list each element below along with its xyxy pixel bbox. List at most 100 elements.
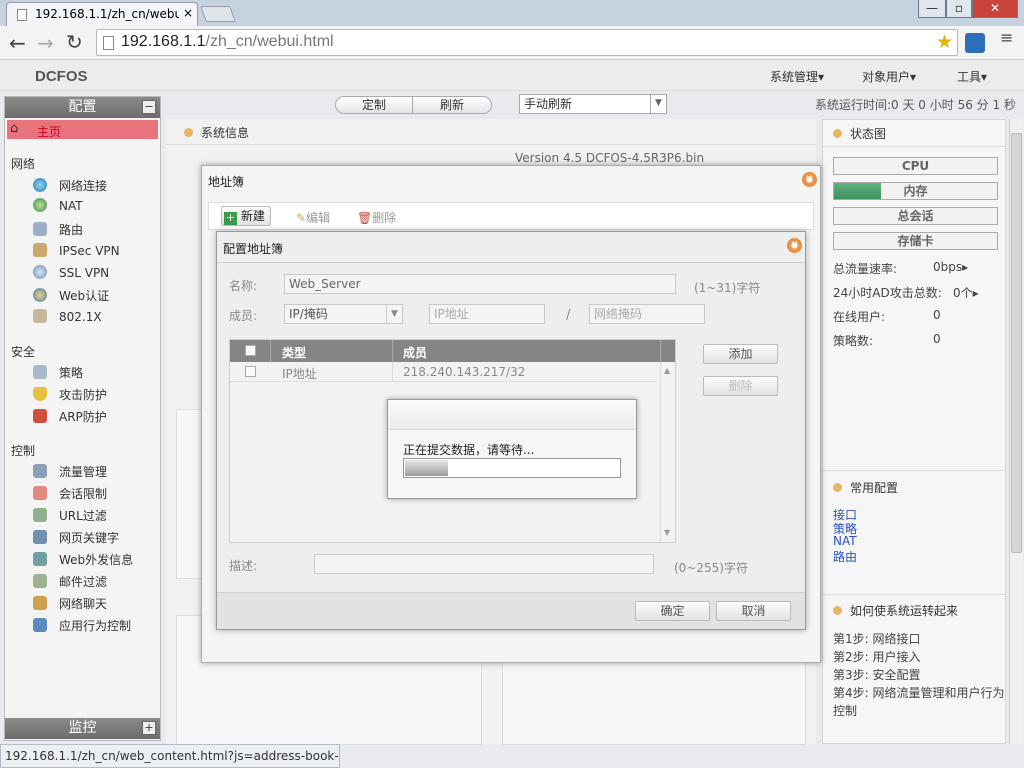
sidebar-item-web-keyword[interactable]: 网页关键字	[33, 529, 119, 549]
edit-label: 编辑	[306, 211, 331, 225]
scroll-down-icon[interactable]: ▼	[664, 528, 670, 537]
new-tab-button[interactable]	[200, 6, 236, 22]
dialog-title: 配置地址簿	[223, 242, 284, 256]
url-host: 192.168.1.1	[121, 33, 206, 50]
menu-objects[interactable]: 对象用户▾	[862, 68, 916, 85]
arp-icon	[33, 409, 47, 423]
route-icon	[33, 222, 47, 236]
select-all-checkbox[interactable]	[245, 345, 256, 356]
stat-traffic-value[interactable]: 0bps▸	[933, 260, 968, 274]
page-icon	[103, 36, 114, 50]
menu-system[interactable]: 系统管理▾	[770, 68, 824, 85]
browser-tab[interactable]: 192.168.1.1/zh_cn/webu ×	[6, 2, 198, 26]
sidebar: 配置 − ⌂ 主页 网络 网络连接 NAT 路由 IPSec VPN SSL V…	[4, 96, 161, 741]
scroll-up-icon[interactable]: ▲	[664, 366, 670, 375]
minimize-button[interactable]: —	[918, 0, 946, 18]
menu-tools[interactable]: 工具▾	[957, 68, 987, 85]
sidebar-item-traffic[interactable]: 流量管理	[33, 463, 107, 483]
sidebar-item-network-connection[interactable]: 网络连接	[33, 177, 107, 197]
collapse-icon[interactable]: −	[142, 100, 156, 114]
row-checkbox[interactable]	[245, 366, 256, 377]
sidebar-item-policy[interactable]: 策略	[33, 364, 83, 384]
dialog-title: 地址簿	[208, 175, 245, 189]
ip-address-input[interactable]: IP地址	[429, 304, 545, 324]
col-member[interactable]: 成员	[403, 344, 427, 361]
edit-button[interactable]: ✎编辑	[296, 209, 330, 229]
tab-close-icon[interactable]: ×	[183, 6, 193, 20]
description-input[interactable]	[314, 554, 654, 574]
ssl-icon	[33, 265, 47, 279]
sidebar-item-url-filter[interactable]: URL过滤	[33, 507, 107, 527]
table-scrollbar[interactable]: ▲ ▼	[660, 362, 675, 542]
cancel-button[interactable]: 取消	[716, 601, 791, 621]
sidebar-item-mail-filter[interactable]: 邮件过滤	[33, 573, 107, 593]
reload-icon[interactable]: ↻	[66, 30, 83, 54]
table-row[interactable]: IP地址 218.240.143.217/32	[230, 362, 657, 382]
name-input[interactable]: Web_Server	[284, 274, 676, 294]
bookmark-star-icon[interactable]: ★	[936, 31, 953, 53]
sidebar-item-attack-defense[interactable]: 攻击防护	[33, 386, 107, 406]
meter-label: 总会话	[897, 209, 934, 223]
sidebar-monitor-header[interactable]: 监控 +	[5, 718, 160, 739]
common-config-title: 常用配置	[833, 479, 898, 496]
scrollbar-thumb[interactable]	[1011, 133, 1022, 553]
keyword-icon	[33, 530, 47, 544]
ok-button[interactable]: 确定	[635, 601, 710, 621]
expand-icon[interactable]: +	[142, 721, 156, 735]
stat-label: 24小时AD攻击总数:	[833, 286, 942, 300]
sidebar-item-web-outbound[interactable]: Web外发信息	[33, 551, 133, 571]
home-icon: ⌂	[10, 121, 19, 136]
sidebar-item-label: 802.1X	[59, 310, 102, 324]
refresh-button[interactable]: 刷新	[413, 96, 492, 114]
new-button[interactable]: + 新建	[221, 206, 271, 226]
slash-separator: /	[566, 308, 571, 323]
customize-button[interactable]: 定制	[335, 96, 413, 114]
forward-icon[interactable]: →	[37, 31, 54, 55]
sidebar-item-route[interactable]: 路由	[33, 221, 83, 241]
description-hint: (0~255)字符	[674, 561, 748, 575]
close-icon[interactable]: ✕	[802, 172, 817, 187]
sidebar-item-home[interactable]: ⌂ 主页	[7, 120, 158, 139]
link-route[interactable]: 路由	[833, 548, 857, 565]
sidebar-config-header[interactable]: 配置 −	[5, 97, 160, 118]
sidebar-item-web-auth[interactable]: Web认证	[33, 287, 109, 307]
member-type-select[interactable]: IP/掩码 ▼	[284, 304, 403, 324]
step-1: 第1步: 网络接口	[833, 632, 921, 646]
netmask-input[interactable]: 网络掩码	[589, 304, 705, 324]
sidebar-item-app-control[interactable]: 应用行为控制	[33, 617, 131, 637]
delete-button[interactable]: 🗑删除	[357, 209, 396, 229]
window-close-button[interactable]: ✕	[972, 0, 1018, 18]
sysinfo-title: 系统信息	[184, 124, 249, 141]
sidebar-item-ssl-vpn[interactable]: SSL VPN	[33, 265, 109, 285]
close-icon[interactable]: ✕	[787, 238, 802, 253]
page-scrollbar[interactable]	[1009, 119, 1023, 744]
status-title-text: 状态图	[850, 127, 887, 141]
app-control-icon	[33, 618, 47, 632]
row-type: IP地址	[282, 367, 317, 381]
step-4: 第4步: 网络流量管理和用户行为控制	[833, 686, 1005, 718]
sidebar-monitor-title: 监控	[68, 720, 97, 736]
sidebar-item-session-limit[interactable]: 会话限制	[33, 485, 107, 505]
stat-attacks-value[interactable]: 0个▸	[953, 284, 979, 301]
sidebar-item-arp-defense[interactable]: ARP防护	[33, 408, 107, 428]
policy-icon	[33, 365, 47, 379]
row-member: 218.240.143.217/32	[403, 365, 526, 379]
remove-button[interactable]: 删除	[703, 376, 778, 396]
menu-icon[interactable]: ≡	[1000, 30, 1013, 46]
address-bar[interactable]: 192.168.1.1/zh_cn/webui.html ★	[96, 29, 958, 56]
maximize-button[interactable]: ▫	[946, 0, 972, 18]
sidebar-item-nat[interactable]: NAT	[33, 198, 83, 218]
sidebar-item-8021x[interactable]: 802.1X	[33, 309, 102, 329]
sidebar-item-label: Web认证	[59, 289, 110, 303]
trash-icon: 🗑	[357, 211, 373, 225]
sidebar-item-ipsec-vpn[interactable]: IPSec VPN	[33, 243, 120, 263]
stat-online-users-value: 0	[933, 308, 941, 322]
sidebar-item-im[interactable]: 网络聊天	[33, 595, 107, 615]
extension-icon[interactable]	[965, 33, 985, 53]
dot1x-icon	[33, 309, 47, 323]
refresh-mode-select[interactable]: 手动刷新 ▼	[519, 94, 667, 114]
back-icon[interactable]: ←	[9, 31, 26, 55]
link-nat[interactable]: NAT	[833, 534, 857, 548]
add-button[interactable]: 添加	[703, 344, 778, 364]
col-type[interactable]: 类型	[282, 344, 306, 361]
